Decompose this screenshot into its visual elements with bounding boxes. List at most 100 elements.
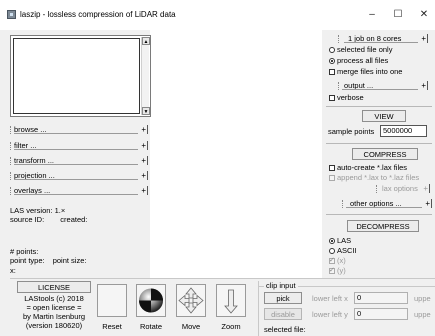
checkbox-disabled-checked-icon[interactable] bbox=[329, 256, 335, 265]
merge-files-option[interactable]: merge files into one bbox=[329, 67, 402, 76]
expand-plus-icon[interactable]: + bbox=[141, 186, 148, 195]
clip-group-border bbox=[258, 281, 259, 336]
source-id-row: source ID: created: bbox=[10, 215, 87, 224]
option-label: selected file only bbox=[337, 45, 393, 54]
option-label: (y) bbox=[337, 266, 346, 275]
expand-plus-icon[interactable]: + bbox=[141, 156, 148, 165]
lower-left-x-label: lower left x bbox=[312, 294, 348, 303]
grip-icon bbox=[338, 82, 340, 90]
clip-input-label: clip input bbox=[264, 281, 298, 290]
radio-icon[interactable] bbox=[329, 47, 335, 53]
license-line: (version 180620) bbox=[25, 321, 83, 330]
section-browse[interactable]: browse ... + bbox=[10, 125, 148, 135]
jobs-selector[interactable]: 1 job on 8 cores + bbox=[338, 34, 428, 44]
section-underline bbox=[344, 42, 418, 43]
radio-icon[interactable] bbox=[329, 248, 335, 254]
option-label: append *.lax to *.laz files bbox=[337, 173, 420, 182]
license-line: by Martin Isenburg bbox=[22, 312, 86, 321]
option-label: auto-create *.lax files bbox=[337, 163, 408, 172]
divider bbox=[326, 214, 432, 215]
section-underline bbox=[14, 133, 138, 134]
compress-button[interactable]: COMPRESS bbox=[352, 148, 418, 160]
created-label: created: bbox=[60, 215, 88, 224]
verbose-option[interactable]: verbose bbox=[329, 93, 364, 102]
expand-plus-icon[interactable]: + bbox=[421, 34, 428, 43]
minimize-button[interactable]: – bbox=[364, 9, 380, 21]
x-option[interactable]: (x) bbox=[329, 256, 346, 265]
lower-left-y-input[interactable]: 0 bbox=[354, 308, 408, 320]
close-button[interactable]: ✕ bbox=[416, 9, 432, 21]
move-tool[interactable] bbox=[176, 284, 206, 317]
process-all-files-option[interactable]: process all files bbox=[329, 56, 388, 65]
section-underline bbox=[14, 149, 138, 150]
expand-plus-icon[interactable]: + bbox=[141, 171, 148, 180]
las-option[interactable]: LAS bbox=[329, 236, 351, 245]
section-underline bbox=[346, 207, 422, 208]
other-options-section[interactable]: other options ... + bbox=[342, 199, 432, 209]
view-button[interactable]: VIEW bbox=[362, 110, 406, 122]
y-option[interactable]: (y) bbox=[329, 266, 346, 275]
section-transform[interactable]: transform ... + bbox=[10, 156, 148, 166]
las-version: LAS version: 1.× bbox=[10, 206, 66, 215]
point-cloud-view[interactable] bbox=[150, 30, 322, 278]
disable-button[interactable]: disable bbox=[264, 308, 302, 320]
section-filter[interactable]: filter ... + bbox=[10, 141, 148, 151]
section-projection[interactable]: projection ... + bbox=[10, 171, 148, 181]
zoom-label: Zoom bbox=[221, 322, 241, 331]
lower-left-x-input[interactable]: 0 bbox=[354, 292, 408, 304]
grip-icon bbox=[10, 142, 12, 150]
app-icon bbox=[7, 10, 16, 19]
license-line: = open license = bbox=[26, 303, 82, 312]
expand-plus-icon[interactable]: + bbox=[141, 141, 148, 150]
point-size-label: point size: bbox=[52, 256, 87, 265]
upper-right-x-label: uppe bbox=[414, 294, 431, 303]
expand-plus-icon[interactable]: + bbox=[421, 81, 428, 90]
checkbox-icon[interactable] bbox=[329, 95, 335, 101]
section-overlays[interactable]: overlays ... + bbox=[10, 186, 148, 196]
license-button[interactable]: LICENSE bbox=[17, 281, 91, 293]
lax-options-section[interactable]: lax options + bbox=[376, 184, 430, 194]
ascii-option[interactable]: ASCII bbox=[329, 246, 357, 255]
selected-file-only-option[interactable]: selected file only bbox=[329, 45, 392, 54]
zoom-tool[interactable] bbox=[216, 284, 246, 317]
move-label: Move bbox=[181, 322, 201, 331]
point-type-label: point type: bbox=[10, 256, 45, 265]
file-list-scrollbar[interactable]: ▲ ▼ bbox=[141, 37, 150, 115]
section-underline bbox=[14, 194, 138, 195]
auto-create-lax-option[interactable]: auto-create *.lax files bbox=[329, 163, 407, 172]
rotate-tool[interactable] bbox=[136, 284, 166, 317]
grip-icon bbox=[338, 35, 340, 43]
file-list-content[interactable] bbox=[13, 38, 140, 114]
checkbox-disabled-icon[interactable] bbox=[329, 175, 335, 181]
source-id-label: source ID: bbox=[10, 215, 45, 224]
radio-selected-icon[interactable] bbox=[329, 58, 335, 64]
title-bar: laszip - lossless compression of LiDAR d… bbox=[0, 0, 435, 30]
option-label: ASCII bbox=[337, 246, 357, 255]
expand-plus-icon[interactable]: + bbox=[141, 125, 148, 134]
license-line: LAStools (c) 2018 bbox=[24, 294, 84, 303]
section-underline bbox=[14, 179, 138, 180]
scroll-up-icon[interactable]: ▲ bbox=[142, 37, 150, 45]
expand-plus-icon[interactable]: + bbox=[425, 199, 432, 208]
scroll-down-icon[interactable]: ▼ bbox=[142, 107, 150, 115]
rotate-label: Rotate bbox=[139, 322, 163, 331]
file-list[interactable]: ▲ ▼ bbox=[10, 35, 151, 117]
sample-points-input[interactable]: 5000000 bbox=[380, 125, 427, 137]
checkbox-icon[interactable] bbox=[329, 165, 335, 171]
grip-icon bbox=[342, 200, 344, 208]
reset-tool[interactable] bbox=[97, 284, 127, 317]
option-label: process all files bbox=[337, 56, 389, 65]
radio-selected-icon[interactable] bbox=[329, 238, 335, 244]
checkbox-icon[interactable] bbox=[329, 69, 335, 75]
expand-plus-icon[interactable]: + bbox=[423, 184, 430, 193]
decompress-button[interactable]: DECOMPRESS bbox=[347, 220, 419, 232]
output-section[interactable]: output ... + bbox=[338, 81, 428, 91]
append-lax-option[interactable]: append *.lax to *.laz files bbox=[329, 173, 419, 182]
lax-options-label: lax options bbox=[382, 184, 418, 193]
checkbox-disabled-checked-icon[interactable] bbox=[329, 266, 335, 275]
pick-button[interactable]: pick bbox=[264, 292, 302, 304]
divider bbox=[326, 106, 432, 107]
upper-right-y-label: uppe bbox=[414, 310, 431, 319]
option-label: verbose bbox=[337, 93, 364, 102]
maximize-button[interactable]: ☐ bbox=[390, 9, 406, 21]
